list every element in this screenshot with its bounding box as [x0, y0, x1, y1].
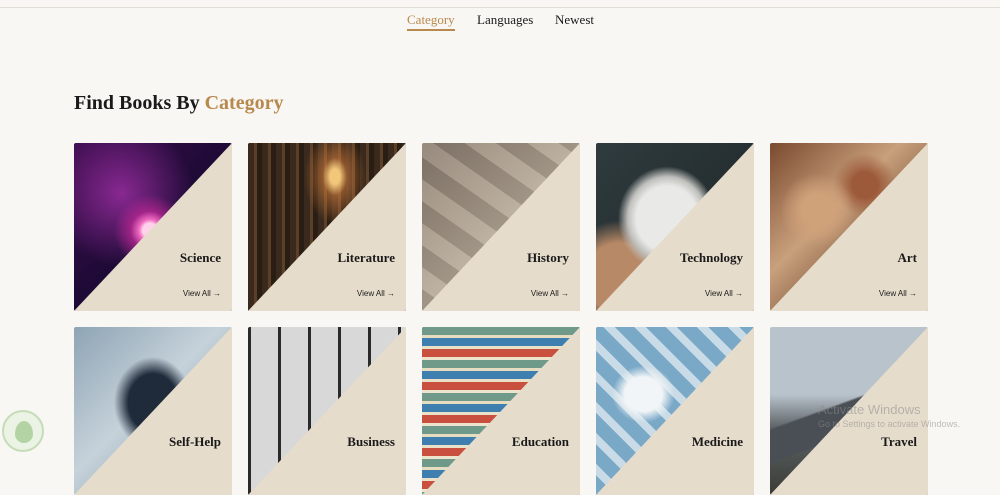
category-card-medicine[interactable]: Medicine: [596, 327, 754, 495]
category-title: Medicine: [691, 434, 743, 449]
heading-accent: Category: [204, 92, 284, 114]
category-card-history[interactable]: History View All →: [422, 143, 580, 311]
view-all-link[interactable]: View All →: [357, 289, 395, 298]
leaf-icon: [15, 421, 33, 443]
category-card-literature[interactable]: Literature View All →: [248, 143, 406, 311]
tab-languages[interactable]: Languages: [477, 12, 533, 28]
category-title: Business: [347, 434, 395, 449]
category-title: Art: [897, 250, 918, 265]
security-badge-icon[interactable]: [2, 410, 44, 452]
view-all-link[interactable]: View All →: [183, 289, 221, 298]
tab-newest[interactable]: Newest: [555, 12, 594, 28]
section-heading: Find Books By Category: [74, 92, 283, 115]
category-title: Literature: [337, 250, 395, 265]
view-all-link[interactable]: View All →: [531, 289, 569, 298]
top-divider: [0, 7, 1000, 8]
category-card-education[interactable]: Education: [422, 327, 580, 495]
category-card-technology[interactable]: Technology View All →: [596, 143, 754, 311]
category-title: Travel: [881, 434, 917, 449]
category-card-science[interactable]: Science View All →: [74, 143, 232, 311]
category-title: Self-Help: [169, 434, 221, 449]
category-title: Education: [511, 434, 569, 449]
category-card-self-help[interactable]: Self-Help: [74, 327, 232, 495]
category-card-art[interactable]: Art View All →: [770, 143, 928, 311]
view-all-link[interactable]: View All →: [705, 289, 743, 298]
windows-activation-title: Activate Windows: [818, 402, 921, 417]
windows-activation-subtitle: Go to Settings to activate Windows.: [818, 419, 961, 429]
tab-category[interactable]: Category: [407, 12, 455, 31]
category-card-business[interactable]: Business: [248, 327, 406, 495]
category-title: Science: [179, 250, 221, 265]
category-title: Technology: [679, 250, 743, 265]
category-tabs: Category Languages Newest: [0, 12, 1000, 32]
category-title: History: [527, 250, 569, 265]
view-all-link[interactable]: View All →: [879, 289, 917, 298]
heading-prefix: Find Books By: [74, 92, 200, 114]
